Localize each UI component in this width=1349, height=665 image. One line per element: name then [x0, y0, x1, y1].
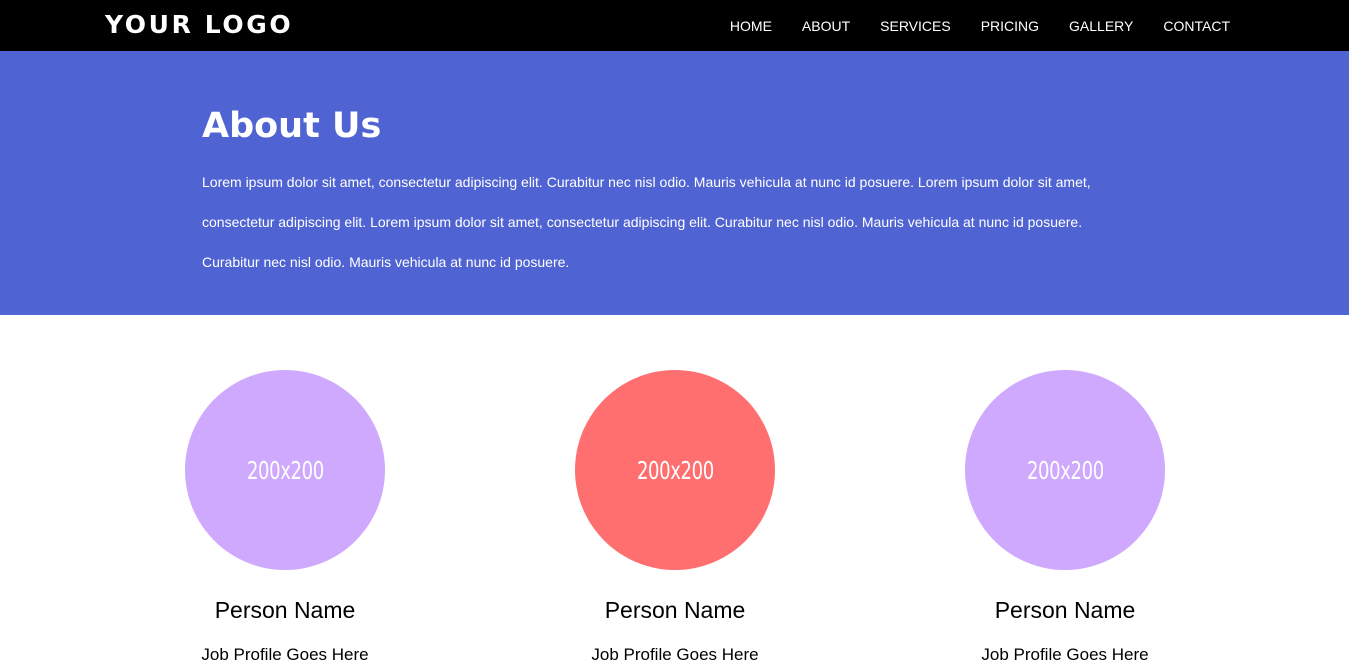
- avatar-size-label: 200x200: [1026, 455, 1104, 485]
- nav-item-pricing[interactable]: PRICING: [981, 18, 1039, 34]
- person-role: Job Profile Goes Here: [981, 645, 1149, 664]
- about-section: About Us Lorem ipsum dolor sit amet, con…: [0, 51, 1349, 315]
- avatar-size-label: 200x200: [246, 455, 324, 485]
- top-navbar: YOUR LOGO HOME ABOUT SERVICES PRICING GA…: [0, 0, 1349, 51]
- avatar-placeholder: 200x200: [185, 370, 385, 570]
- person-name: Person Name: [604, 597, 746, 623]
- avatar-placeholder: 200x200: [575, 370, 775, 570]
- nav-item-home[interactable]: HOME: [730, 18, 772, 34]
- nav-item-contact[interactable]: CONTACT: [1163, 18, 1230, 34]
- team-member: 200x200 Person Name Job Profile Goes Her…: [185, 370, 385, 664]
- avatar-size-label: 200x200: [636, 455, 714, 485]
- person-name: Person Name: [994, 597, 1136, 623]
- nav-item-gallery[interactable]: GALLERY: [1069, 18, 1133, 34]
- about-text: Lorem ipsum dolor sit amet, consectetur …: [202, 174, 1091, 270]
- nav-item-services[interactable]: SERVICES: [880, 18, 951, 34]
- main-nav: HOME ABOUT SERVICES PRICING GALLERY CONT…: [700, 0, 1230, 51]
- team-member: 200x200 Person Name Job Profile Goes Her…: [965, 370, 1165, 664]
- avatar-placeholder: 200x200: [965, 370, 1165, 570]
- site-logo[interactable]: YOUR LOGO: [105, 9, 293, 41]
- person-name: Person Name: [214, 597, 356, 623]
- person-role: Job Profile Goes Here: [201, 645, 369, 664]
- about-title: About Us: [202, 106, 382, 146]
- team-member: 200x200 Person Name Job Profile Goes Her…: [575, 370, 775, 664]
- person-role: Job Profile Goes Here: [591, 645, 759, 664]
- nav-item-about[interactable]: ABOUT: [802, 18, 850, 34]
